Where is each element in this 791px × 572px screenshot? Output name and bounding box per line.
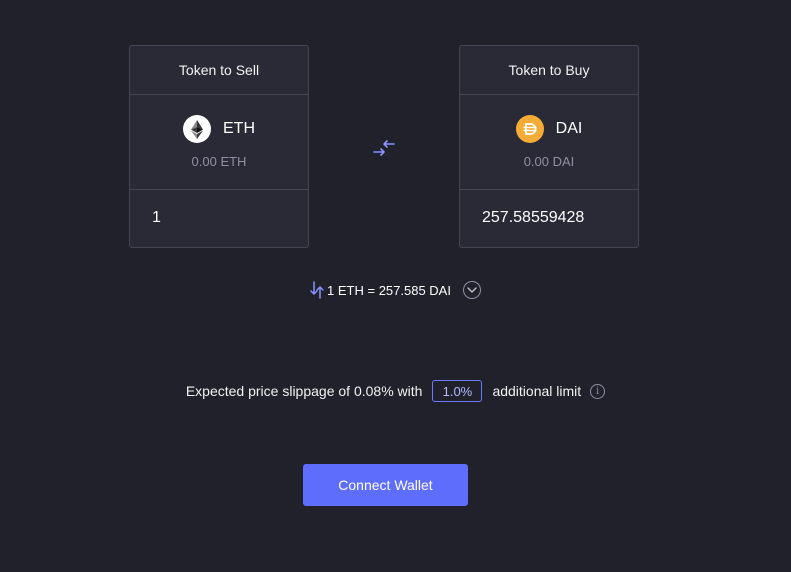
chevron-down-icon[interactable]: [462, 281, 481, 299]
connect-wallet-button[interactable]: Connect Wallet: [303, 464, 468, 506]
buy-token-row[interactable]: DAI: [460, 115, 638, 143]
sell-token-card: Token to Sell ETH 0.00 ETH: [129, 45, 309, 248]
sell-token-row[interactable]: ETH: [130, 115, 308, 143]
sell-card-header: Token to Sell: [130, 46, 308, 95]
buy-token-card: Token to Buy DAI 0.00 DAI: [459, 45, 639, 248]
sell-amount-input[interactable]: [152, 209, 292, 227]
ethereum-logo-icon: [183, 115, 211, 143]
slippage-suffix-text: additional limit: [492, 383, 582, 399]
buy-token-balance: 0.00 DAI: [523, 154, 575, 169]
swap-page: Token to Sell ETH 0.00 ETH 1 Token to Bu…: [0, 0, 791, 572]
info-icon[interactable]: i: [590, 383, 606, 399]
exchange-rate-row: 1 ETH = 257.585 DAI: [0, 281, 791, 299]
sell-amount-area: [130, 190, 308, 247]
slippage-limit-input[interactable]: [432, 380, 483, 402]
sell-token-symbol: ETH: [223, 120, 255, 137]
dai-logo-icon: [515, 115, 544, 143]
buy-amount-area: [460, 190, 638, 247]
buy-amount-input[interactable]: [482, 209, 622, 227]
slippage-prefix-text: Expected price slippage of 0.08% with: [185, 383, 423, 399]
slippage-row: Expected price slippage of 0.08% with ad…: [0, 380, 791, 402]
swap-arrows-icon[interactable]: [373, 138, 395, 158]
sell-token-selector[interactable]: ETH 0.00 ETH: [130, 95, 308, 190]
swap-vertical-icon[interactable]: [310, 281, 324, 299]
buy-card-header: Token to Buy: [460, 46, 638, 95]
buy-token-symbol: DAI: [555, 120, 583, 137]
buy-token-selector[interactable]: DAI 0.00 DAI: [460, 95, 638, 190]
exchange-rate-text: 1 ETH = 257.585 DAI: [327, 282, 451, 298]
sell-token-balance: 0.00 ETH: [191, 154, 247, 169]
